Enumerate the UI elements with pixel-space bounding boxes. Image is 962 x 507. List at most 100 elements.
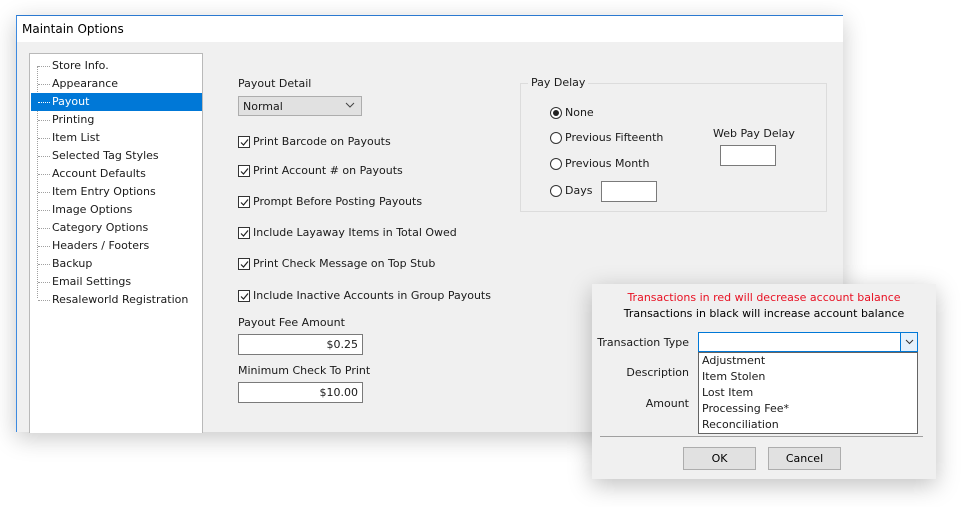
tree-connector bbox=[38, 300, 50, 301]
transaction-type-label: Transaction Type bbox=[597, 336, 689, 349]
checkbox-box[interactable] bbox=[238, 136, 250, 148]
tree-item[interactable]: Email Settings bbox=[31, 273, 202, 291]
checkbox-label: Include Inactive Accounts in Group Payou… bbox=[253, 289, 491, 302]
payout-fee-input[interactable]: $0.25 bbox=[238, 334, 363, 355]
minimum-check-label: Minimum Check To Print bbox=[238, 364, 371, 377]
dropdown-option[interactable]: Processing Fee* bbox=[702, 401, 789, 417]
tree-item-label: Resaleworld Registration bbox=[52, 293, 189, 306]
days-input[interactable] bbox=[601, 181, 657, 202]
payout-detail-select[interactable]: Normal bbox=[238, 96, 362, 116]
checkmark-icon bbox=[240, 139, 249, 146]
tree-connector bbox=[38, 174, 50, 175]
tree-connector bbox=[38, 264, 50, 265]
checkbox-box[interactable] bbox=[238, 290, 250, 302]
radio-button[interactable] bbox=[550, 185, 562, 197]
web-pay-delay-label: Web Pay Delay bbox=[713, 127, 795, 140]
checkmark-icon bbox=[240, 261, 249, 268]
radio-label: Days bbox=[565, 184, 593, 197]
pay-delay-group: Pay Delay None Previous Fifteenth Previous… bbox=[520, 76, 827, 212]
tree-connector bbox=[38, 246, 50, 247]
tree-item[interactable]: Category Options bbox=[31, 219, 202, 237]
payout-fee-value: $0.25 bbox=[326, 338, 359, 351]
tree-item-label: Category Options bbox=[52, 221, 149, 234]
tree-item-label: Headers / Footers bbox=[52, 239, 150, 252]
checkbox-label: Print Account # on Payouts bbox=[253, 164, 403, 177]
tree-item[interactable]: Account Defaults bbox=[31, 165, 202, 183]
tree-item[interactable]: Payout bbox=[31, 93, 202, 111]
payout-detail-value: Normal bbox=[243, 100, 283, 113]
tree-connector bbox=[38, 138, 50, 139]
tree-connector bbox=[38, 192, 50, 193]
tree-connector bbox=[38, 120, 50, 121]
window-title: Maintain Options bbox=[22, 22, 124, 36]
tree-item[interactable]: Item List bbox=[31, 129, 202, 147]
radio-button[interactable] bbox=[550, 107, 562, 119]
tree-connector bbox=[38, 282, 50, 283]
checkmark-icon bbox=[240, 293, 249, 300]
payout-fee-label: Payout Fee Amount bbox=[238, 316, 345, 329]
checkbox-label: Prompt Before Posting Payouts bbox=[253, 195, 423, 208]
description-label: Description bbox=[626, 366, 689, 379]
tree-item[interactable]: Resaleworld Registration bbox=[31, 291, 202, 309]
checkbox-label: Include Layaway Items in Total Owed bbox=[253, 226, 457, 239]
tree-item[interactable]: Backup bbox=[31, 255, 202, 273]
decrease-note: Transactions in red will decrease accoun… bbox=[627, 291, 901, 304]
tree-item[interactable]: Item Entry Options bbox=[31, 183, 202, 201]
checkbox-label: Print Barcode on Payouts bbox=[253, 135, 391, 148]
checkmark-icon bbox=[240, 168, 249, 175]
tree-connector bbox=[38, 210, 50, 211]
dropdown-option[interactable]: Item Stolen bbox=[702, 369, 765, 385]
amount-label: Amount bbox=[645, 397, 689, 410]
tree-item[interactable]: Store Info. bbox=[31, 57, 202, 75]
tree-connector bbox=[38, 84, 50, 85]
tree-item-label: Backup bbox=[52, 257, 93, 270]
tree-item-label: Item List bbox=[52, 131, 100, 144]
pay-delay-legend: Pay Delay bbox=[528, 76, 589, 89]
tree-item-label: Store Info. bbox=[52, 59, 109, 72]
dropdown-option[interactable]: Adjustment bbox=[702, 353, 765, 369]
transaction-dialog: Transactions in red will decrease accoun… bbox=[592, 284, 936, 479]
checkmark-icon bbox=[240, 230, 249, 237]
tree-item[interactable]: Image Options bbox=[31, 201, 202, 219]
cancel-button[interactable]: Cancel bbox=[768, 447, 841, 470]
transaction-type-combo[interactable] bbox=[698, 332, 918, 352]
radio-label: Previous Month bbox=[565, 157, 650, 170]
minimum-check-value: $10.00 bbox=[319, 386, 359, 399]
dropdown-option[interactable]: Lost Item bbox=[702, 385, 753, 401]
dropdown-button[interactable] bbox=[900, 333, 917, 351]
tree-item[interactable]: Selected Tag Styles bbox=[31, 147, 202, 165]
title-bar[interactable]: Maintain Options bbox=[17, 16, 843, 42]
radio-label: Previous Fifteenth bbox=[565, 131, 664, 144]
tree-connector bbox=[38, 156, 50, 157]
tree-connector bbox=[38, 102, 50, 103]
ok-button[interactable]: OK bbox=[683, 447, 756, 470]
dropdown-option[interactable]: Reconciliation bbox=[702, 417, 779, 433]
tree-item-label: Email Settings bbox=[52, 275, 132, 288]
payout-detail-label: Payout Detail bbox=[238, 77, 312, 90]
tree-item-label: Item Entry Options bbox=[52, 185, 156, 198]
tree-item[interactable]: Appearance bbox=[31, 75, 202, 93]
options-tree[interactable]: Store Info. Appearance Payout Printing Item … bbox=[29, 53, 203, 433]
tree-connector bbox=[38, 228, 50, 229]
tree-item-label: Selected Tag Styles bbox=[52, 149, 159, 162]
checkbox-label: Print Check Message on Top Stub bbox=[253, 257, 436, 270]
tree-item[interactable]: Printing bbox=[31, 111, 202, 129]
checkbox-box[interactable] bbox=[238, 258, 250, 270]
radio-button[interactable] bbox=[550, 132, 562, 144]
minimum-check-input[interactable]: $10.00 bbox=[238, 382, 363, 403]
checkbox-box[interactable] bbox=[238, 227, 250, 239]
checkmark-icon bbox=[240, 199, 249, 206]
web-pay-delay-input[interactable] bbox=[720, 145, 776, 166]
transaction-type-dropdown-list[interactable]: Adjustment Item Stolen Lost Item Processing… bbox=[698, 352, 918, 434]
checkbox-box[interactable] bbox=[238, 196, 250, 208]
radio-dot-icon bbox=[553, 110, 559, 116]
increase-note: Transactions in black will increase acco… bbox=[623, 307, 905, 320]
dialog-separator bbox=[600, 436, 923, 437]
tree-item-label: Printing bbox=[52, 113, 95, 126]
checkbox-box[interactable] bbox=[238, 165, 250, 177]
tree-connector bbox=[38, 66, 50, 67]
tree-item-label: Account Defaults bbox=[52, 167, 146, 180]
radio-button[interactable] bbox=[550, 158, 562, 170]
tree-item[interactable]: Headers / Footers bbox=[31, 237, 202, 255]
chevron-down-icon bbox=[905, 339, 913, 345]
